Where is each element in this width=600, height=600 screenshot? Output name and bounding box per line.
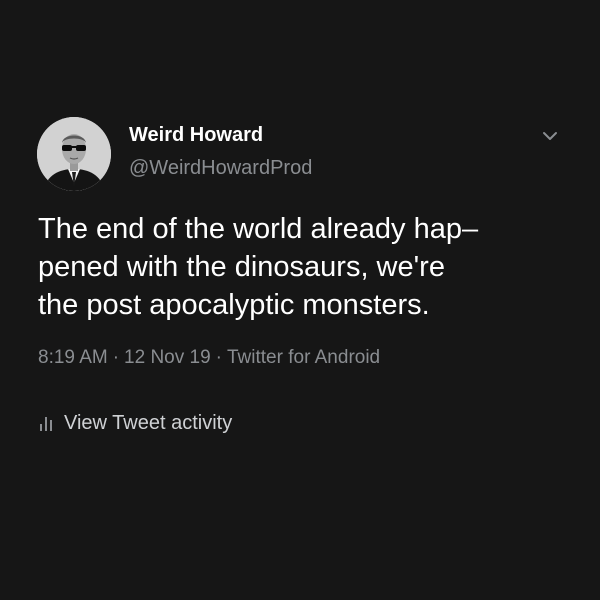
tweet-text: The end of the world already hap– pened … [38, 210, 583, 324]
tweet-date[interactable]: 12 Nov 19 [124, 347, 211, 368]
chevron-down-icon[interactable] [538, 126, 562, 146]
tweet-source[interactable]: Twitter for Android [227, 347, 380, 368]
view-tweet-activity-link[interactable]: View Tweet activity [38, 410, 232, 436]
view-tweet-activity-label: View Tweet activity [64, 411, 233, 434]
meta-separator: · [112, 347, 120, 368]
tweet-text-line: pened with the dinosaurs, we're [38, 251, 445, 283]
display-name[interactable]: Weird Howard [129, 124, 263, 147]
bar-chart-icon [40, 417, 52, 431]
user-handle[interactable]: @WeirdHowardProd [129, 157, 312, 180]
tweet-text-line: The end of the world already hap– [38, 213, 479, 245]
meta-separator: · [215, 347, 222, 368]
tweet-meta: 8:19 AM · 12 Nov 19 · Twitter for Android [38, 347, 380, 369]
tweet-time[interactable]: 8:19 AM [38, 347, 108, 368]
tweet-text-line: the post apocalyptic monsters. [38, 289, 430, 321]
tweet-card: Weird Howard @WeirdHowardProd The end of… [0, 0, 600, 600]
avatar[interactable] [37, 117, 111, 191]
